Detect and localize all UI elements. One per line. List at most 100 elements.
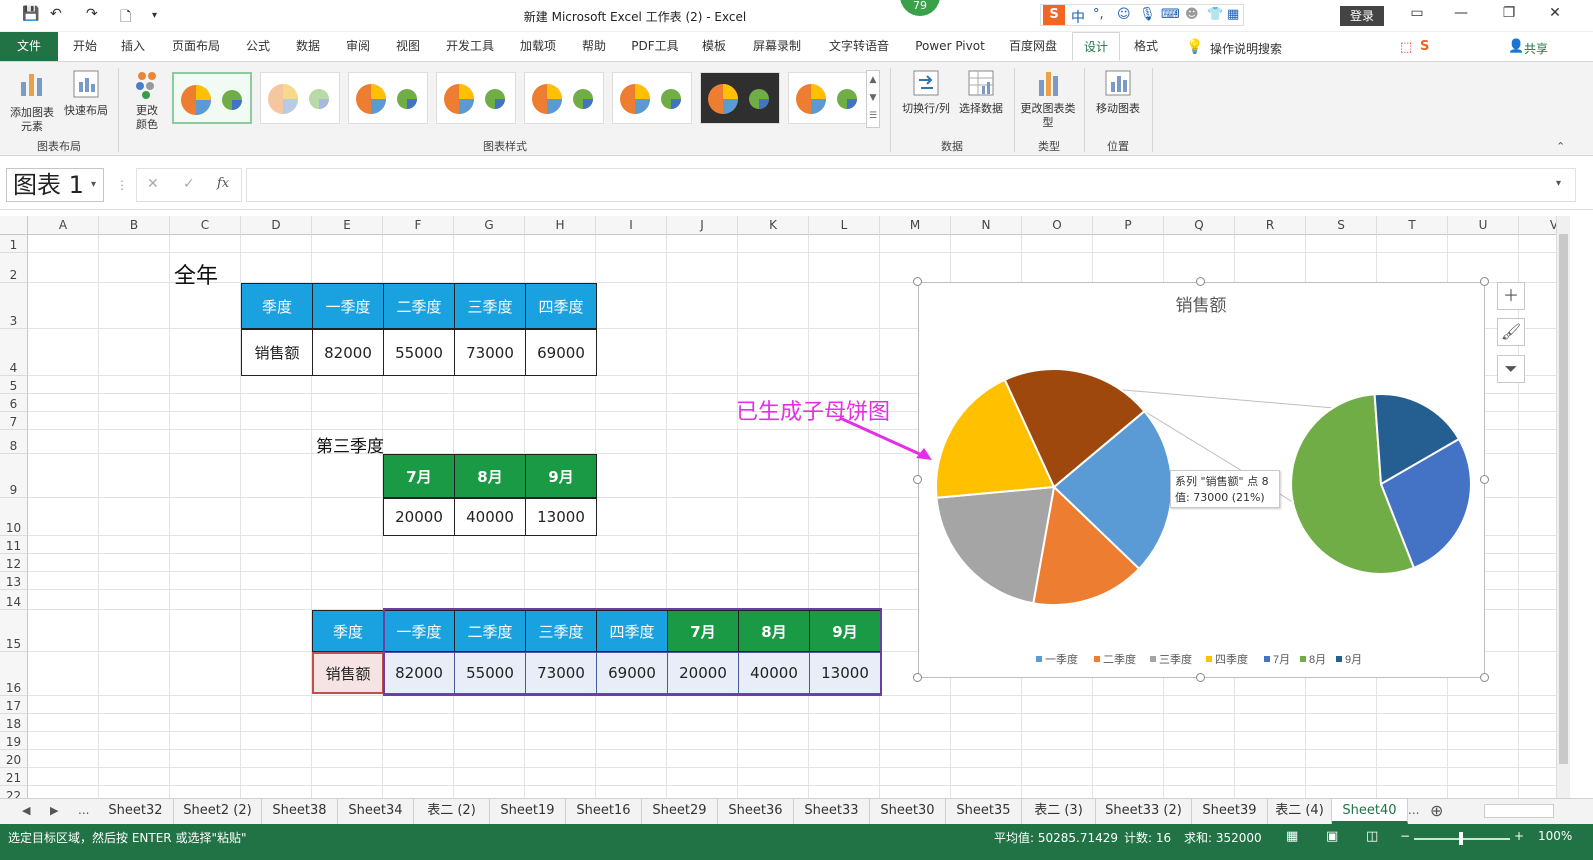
sogou-icon[interactable]: S — [1043, 5, 1065, 25]
expand-formula-icon[interactable]: ▾ — [1556, 178, 1561, 189]
column-header[interactable]: S — [1306, 216, 1377, 235]
column-header[interactable]: L — [809, 216, 880, 235]
sheet-tab[interactable]: Sheet40 — [1332, 799, 1408, 824]
legend-entry[interactable]: 9月 — [1345, 654, 1362, 666]
row-header[interactable]: 18 — [0, 714, 28, 732]
worksheet-grid[interactable]: ABCDEFGHIJKLMNOPQRSTUV 1 2 3 4 5 6 7 8 9 10 11 12 13… — [0, 216, 1556, 798]
tab-power-pivot[interactable]: Power Pivot — [908, 32, 992, 61]
sheet-tab[interactable]: Sheet32 — [98, 799, 174, 824]
tab-insert[interactable]: 插入 — [112, 32, 154, 61]
customize-qa-icon[interactable]: ▾ — [152, 10, 157, 21]
row-header[interactable]: 14 — [0, 590, 28, 610]
add-chart-element-button[interactable]: 添加图表元素 — [6, 68, 58, 134]
change-chart-type-button[interactable]: 更改图表类型 — [1020, 68, 1076, 130]
row-header[interactable]: 6 — [0, 394, 28, 412]
undo-icon[interactable]: ↶ — [50, 6, 62, 22]
sheet-tab[interactable]: Sheet2 (2) — [174, 799, 262, 824]
enter-icon[interactable]: ✓ — [183, 176, 195, 192]
share-button[interactable]: 共享 — [1524, 40, 1548, 57]
chart-style-option[interactable] — [612, 72, 692, 124]
zoom-level[interactable]: 100% — [1538, 829, 1572, 843]
column-header[interactable]: J — [667, 216, 738, 235]
formula-input[interactable] — [246, 168, 1576, 202]
row-header[interactable]: 21 — [0, 768, 28, 786]
normal-view-icon[interactable]: ▦ — [1286, 829, 1298, 844]
table-header-cell[interactable]: 9月 — [525, 454, 597, 498]
mic-icon[interactable]: 🎙 — [1139, 7, 1156, 22]
tab-baidu-netdisk[interactable]: 百度网盘 — [1000, 32, 1066, 61]
cancel-icon[interactable]: ✕ — [147, 176, 159, 192]
column-header[interactable]: E — [312, 216, 383, 235]
sheet-tab[interactable]: Sheet30 — [870, 799, 946, 824]
tab-screen-record[interactable]: 屏幕录制 — [744, 32, 810, 61]
grid-menu-icon[interactable]: ▦ — [1227, 7, 1239, 22]
select-all-corner[interactable] — [0, 216, 28, 235]
resize-handle[interactable] — [1196, 277, 1205, 286]
horizontal-scrollbar[interactable] — [1484, 804, 1554, 818]
tab-view[interactable]: 视图 — [388, 32, 428, 61]
resize-handle[interactable] — [1480, 277, 1489, 286]
resize-handle[interactable] — [1480, 475, 1489, 484]
next-sheet-icon[interactable]: ▶ — [50, 804, 58, 817]
legend-entry[interactable]: 7月 — [1273, 654, 1290, 666]
sheet-tab[interactable]: Sheet34 — [338, 799, 414, 824]
chart-style-option[interactable] — [436, 72, 516, 124]
sheet-tab[interactable]: 表二 (2) — [414, 799, 490, 824]
row-header[interactable]: 7 — [0, 412, 28, 430]
table-header-cell[interactable]: 三季度 — [454, 283, 526, 329]
q3-label[interactable]: 第三季度 — [316, 432, 384, 457]
minimize-button[interactable]: — — [1446, 5, 1476, 21]
table-value-cell[interactable]: 销售额 — [312, 652, 384, 694]
row-header[interactable]: 8 — [0, 430, 28, 454]
table-header-cell[interactable]: 一季度 — [312, 283, 384, 329]
table-header-cell[interactable]: 四季度 — [525, 283, 597, 329]
resize-handle[interactable] — [913, 673, 922, 682]
column-header[interactable]: Q — [1164, 216, 1235, 235]
resize-handle[interactable] — [913, 475, 922, 484]
user-icon[interactable]: ☻ — [1185, 7, 1199, 22]
page-layout-view-icon[interactable]: ▣ — [1326, 829, 1338, 844]
ime-mode[interactable]: 中 — [1071, 7, 1085, 27]
legend-entry[interactable]: 二季度 — [1103, 652, 1136, 666]
tab-design[interactable]: 设计 — [1072, 32, 1120, 61]
change-colors-button[interactable]: 更改颜色 — [126, 68, 168, 132]
legend-entry[interactable]: 8月 — [1309, 654, 1326, 666]
sogou-small-icon[interactable]: S — [1420, 39, 1429, 54]
table-header-cell[interactable]: 季度 — [241, 283, 313, 329]
tab-pdf-tools[interactable]: PDF工具 — [622, 32, 688, 61]
sheet-tab[interactable]: 表二 (4) — [1268, 799, 1332, 824]
vertical-scrollbar[interactable] — [1556, 216, 1570, 798]
column-header[interactable]: R — [1235, 216, 1306, 235]
row-header[interactable]: 10 — [0, 498, 28, 536]
emoji-icon[interactable]: ☺ — [1117, 7, 1131, 22]
more-sheets-right[interactable]: ... — [1408, 803, 1419, 817]
login-button[interactable]: 登录 — [1340, 6, 1384, 26]
chart-style-option[interactable] — [348, 72, 428, 124]
insert-function-icon[interactable]: fx — [217, 176, 229, 191]
pdf-quick-icon[interactable]: ⬚ — [1400, 40, 1412, 55]
row-header[interactable]: 16 — [0, 652, 28, 696]
sheet-tab[interactable]: Sheet33 (2) — [1096, 799, 1192, 824]
resize-handle[interactable] — [1196, 673, 1205, 682]
row-header[interactable]: 15 — [0, 610, 28, 652]
tab-help[interactable]: 帮助 — [574, 32, 614, 61]
table-header-cell[interactable]: 二季度 — [383, 283, 455, 329]
tab-page-layout[interactable]: 页面布局 — [164, 32, 228, 61]
name-box[interactable]: 图表 1 ▾ — [6, 168, 104, 202]
save-icon[interactable]: 💾 — [22, 6, 39, 22]
chart-styles-brush-icon[interactable]: 🖌 — [1497, 318, 1525, 346]
tab-data[interactable]: 数据 — [288, 32, 328, 61]
column-header[interactable]: T — [1377, 216, 1448, 235]
tab-developer[interactable]: 开发工具 — [438, 32, 502, 61]
sheet-tab[interactable]: Sheet39 — [1192, 799, 1268, 824]
column-header[interactable]: C — [170, 216, 241, 235]
skin-icon[interactable]: 👕 — [1207, 7, 1223, 22]
row-header[interactable]: 9 — [0, 454, 28, 498]
zoom-out-icon[interactable]: − — [1400, 829, 1410, 843]
sheet-tab[interactable]: Sheet19 — [490, 799, 566, 824]
sheet-tab[interactable]: Sheet38 — [262, 799, 338, 824]
collapse-ribbon-icon[interactable]: ⌃ — [1556, 140, 1565, 153]
legend-entry[interactable]: 三季度 — [1159, 652, 1192, 666]
tab-formulas[interactable]: 公式 — [238, 32, 278, 61]
table-value-cell[interactable]: 55000 — [383, 329, 455, 376]
